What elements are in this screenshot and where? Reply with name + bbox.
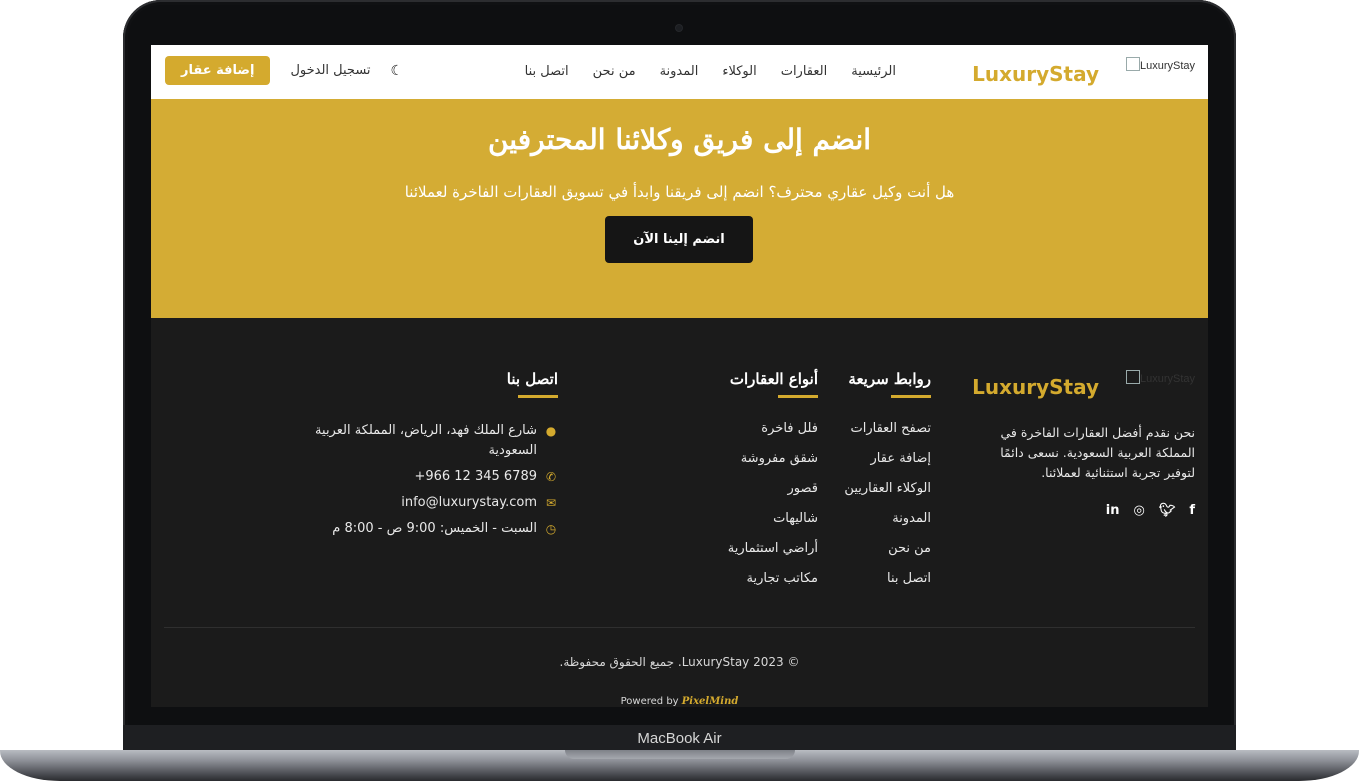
- address-text: شارع الملك فهد، الرياض، المملكة العربية …: [315, 423, 537, 458]
- footer-description: نحن نقدم أفضل العقارات الفاخرة في المملك…: [1000, 425, 1195, 480]
- menu-item-blog[interactable]: المدونة: [660, 64, 699, 79]
- phone-icon: ✆: [545, 470, 557, 484]
- browser-viewport: LuxuryStay LuxuryStay الرئيسية العقارات …: [151, 45, 1208, 707]
- navbar: LuxuryStay LuxuryStay الرئيسية العقارات …: [151, 45, 1208, 100]
- linkedin-icon[interactable]: in: [1106, 503, 1120, 518]
- brand-logo-image: LuxuryStay: [1125, 57, 1195, 72]
- powered-by-brand[interactable]: PixelMind: [682, 696, 739, 707]
- contact-title: اتصل بنا: [506, 370, 559, 398]
- broken-image-icon: [1125, 57, 1140, 71]
- join-agents-banner: انضم إلى فريق وكلائنا المحترفين هل أنت و…: [151, 99, 1208, 318]
- quick-link[interactable]: من نحن: [844, 541, 931, 571]
- quick-link[interactable]: إضافة عقار: [844, 451, 932, 481]
- footer-divider: [164, 627, 1195, 628]
- device-label: MacBook Air: [123, 725, 1236, 752]
- location-pin-icon: ●: [545, 424, 557, 438]
- contact-email[interactable]: ✉ info@luxurystay.com: [308, 493, 558, 513]
- quick-link[interactable]: المدونة: [844, 511, 931, 541]
- property-type-link[interactable]: أراضي استثمارية: [728, 541, 818, 571]
- property-types-title: أنواع العقارات: [729, 370, 819, 398]
- banner-subtitle: هل أنت وكيل عقاري محترف؟ انضم إلى فريقنا…: [404, 183, 955, 201]
- copyright: © 2023 LuxuryStay. جميع الحقوق محفوظة.: [559, 655, 800, 669]
- menu-item-about[interactable]: من نحن: [593, 64, 636, 79]
- footer-brand-name: LuxuryStay: [972, 375, 1099, 399]
- property-type-link[interactable]: شاليهات: [728, 511, 818, 541]
- contact-phone[interactable]: ✆ +966 12 345 6789: [308, 467, 558, 487]
- add-property-button[interactable]: إضافة عقار: [165, 56, 271, 85]
- footer-logo-alt: LuxuryStay: [1139, 373, 1195, 385]
- banner-title: انضم إلى فريق وكلائنا المحترفين: [487, 123, 872, 156]
- menu-item-agents[interactable]: الوكلاء: [722, 64, 756, 79]
- property-type-link[interactable]: مكاتب تجارية: [728, 571, 818, 601]
- broken-image-icon: [1125, 370, 1140, 384]
- moon-icon[interactable]: ☾: [391, 63, 404, 79]
- contact-address: ● شارع الملك فهد، الرياض، المملكة العربية…: [308, 421, 558, 461]
- envelope-icon: ✉: [545, 496, 557, 510]
- property-type-link[interactable]: فلل فاخرة: [728, 421, 818, 451]
- menu-item-home[interactable]: الرئيسية: [851, 64, 896, 79]
- twitter-icon[interactable]: 🐦︎: [1159, 503, 1176, 518]
- clock-icon: ◷: [545, 522, 557, 536]
- facebook-icon[interactable]: f: [1189, 503, 1195, 518]
- contact-hours: ◷ السبت - الخميس: 9:00 ص - 8:00 م: [308, 519, 558, 539]
- main-menu: الرئيسية العقارات الوكلاء المدونة من نحن…: [525, 64, 896, 79]
- powered-by: Powered by PixelMind: [151, 696, 1208, 707]
- phone-text: +966 12 345 6789: [414, 469, 537, 484]
- hours-text: السبت - الخميس: 9:00 ص - 8:00 م: [332, 521, 537, 536]
- property-type-link[interactable]: شقق مفروشة: [728, 451, 818, 481]
- brand-name: LuxuryStay: [972, 62, 1099, 86]
- quick-links-title: روابط سريعة: [848, 370, 931, 398]
- email-text: info@luxurystay.com: [401, 495, 537, 510]
- quick-link[interactable]: اتصل بنا: [844, 571, 931, 601]
- powered-by-prefix: Powered by: [620, 696, 679, 707]
- quick-link[interactable]: تصفح العقارات: [844, 421, 931, 451]
- menu-item-contact[interactable]: اتصل بنا: [525, 64, 569, 79]
- navbar-actions: إضافة عقار تسجيل الدخول ☾: [165, 56, 403, 85]
- menu-item-properties[interactable]: العقارات: [781, 64, 828, 79]
- property-type-link[interactable]: قصور: [728, 481, 818, 511]
- footer-logo-image: LuxuryStay: [1125, 370, 1195, 385]
- instagram-icon[interactable]: ◎: [1133, 503, 1144, 518]
- footer: LuxuryStay LuxuryStay نحن نقدم أفضل العق…: [151, 318, 1208, 707]
- brand-logo-alt: LuxuryStay: [1139, 60, 1195, 72]
- login-link[interactable]: تسجيل الدخول: [290, 63, 370, 78]
- join-now-button[interactable]: انضم إلينا الآن: [605, 216, 753, 263]
- footer-brand[interactable]: LuxuryStay LuxuryStay: [965, 370, 1195, 402]
- social-links: f 🐦︎ ◎ in: [1106, 503, 1195, 518]
- quick-link[interactable]: الوكلاء العقاريين: [844, 481, 931, 511]
- laptop-notch: [565, 750, 795, 759]
- camera-icon: [676, 25, 682, 31]
